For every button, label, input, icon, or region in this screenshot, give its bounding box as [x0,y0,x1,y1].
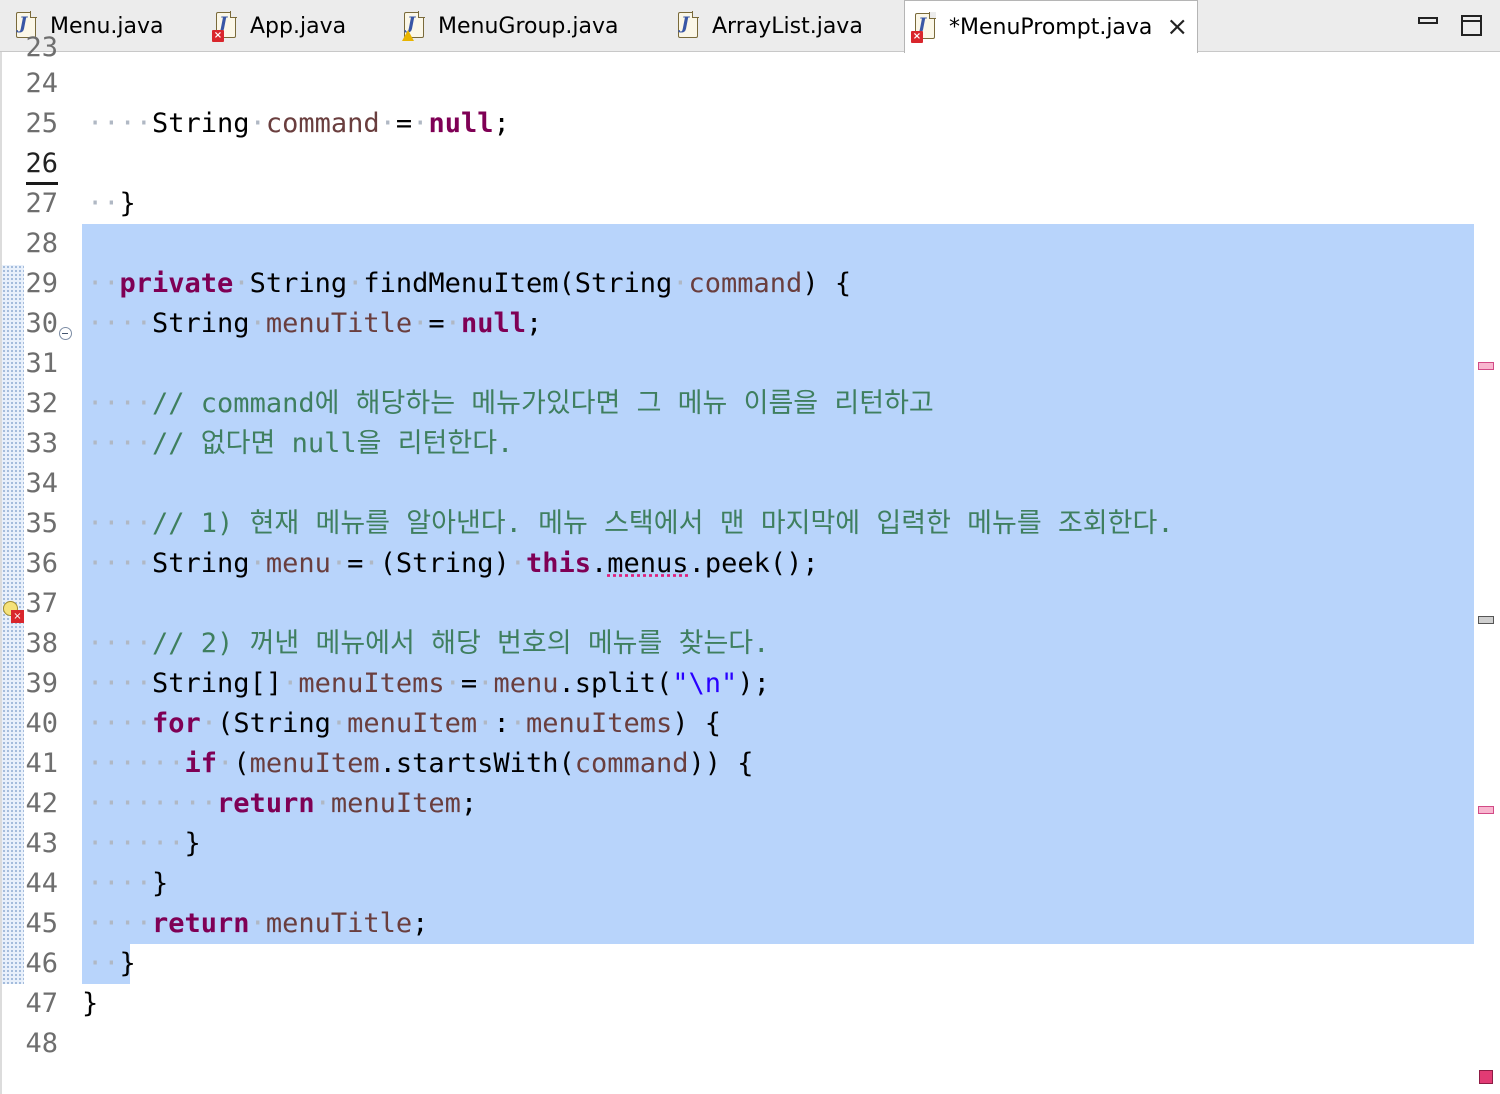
code-line: 27 ··} [0,184,1470,224]
line-number: 36 [25,548,58,579]
overview-ruler-current-marker[interactable] [1478,616,1494,624]
code-text: ····return·menuTitle; [87,908,429,939]
code-line: 33 ····// 없다면 null을 리턴한다. [0,424,1470,464]
line-number: 27 [25,188,58,219]
comment: // command에 해당하는 메뉴가있다면 그 메뉴 이름을 리턴하고 [152,388,934,419]
code-line: 41 ······if·(menuItem.startsWith(command… [0,744,1470,784]
line-number: 48 [25,1028,58,1059]
code-text: ··} [87,948,136,979]
code-text: ····String·menuTitle·=·null; [87,308,543,339]
code-line: 37 [0,584,1470,624]
code-editor[interactable]: × 23 24 25 ····String·command·=·null; 26… [0,32,1500,1094]
line-number: 46 [25,948,58,979]
code-text: ··private·String·findMenuItem(String·com… [87,268,852,299]
code-line: 32 ····// command에 해당하는 메뉴가있다면 그 메뉴 이름을 … [0,384,1470,424]
code-text: ··} [87,188,136,219]
code-line: 29 ··private·String·findMenuItem(String·… [0,264,1470,304]
line-number: 41 [25,748,58,779]
code-line: 36 ····String·menu·=·(String)·this.menus… [0,544,1470,584]
comment: // 2) 꺼낸 메뉴에서 해당 번호의 메뉴를 찾는다. [152,628,770,659]
line-number: 43 [25,828,58,859]
code-line: 30 ····String·menuTitle·=·null; [0,304,1470,344]
overview-ruler-occurrence-marker[interactable] [1478,806,1494,814]
code-line: 46 ··} [0,944,1470,984]
code-text: ····String·menu·=·(String)·this.menus.pe… [87,548,819,579]
line-number: 28 [25,228,58,259]
line-number: 25 [25,108,58,139]
overview-ruler-occurrence-marker[interactable] [1478,362,1494,370]
line-number: 30 [25,308,58,339]
code-line: 26 [0,144,1470,184]
line-number: 32 [25,388,58,419]
code-text: ····// command에 해당하는 메뉴가있다면 그 메뉴 이름을 리턴하… [87,388,934,419]
line-number: 37 [25,588,58,619]
line-number: 26 [25,148,58,179]
line-number: 38 [25,628,58,659]
code-line: 39 ····String[]·menuItems·=·menu.split("… [0,664,1470,704]
code-text: ····for·(String·menuItem·:·menuItems) { [87,708,722,739]
code-text: ····String·command·=·null; [87,108,510,139]
comment: // 없다면 null을 리턴한다. [152,428,514,459]
line-number: 44 [25,868,58,899]
overview-ruler-error-marker[interactable] [1479,1070,1493,1084]
code-text: ······} [87,828,201,859]
code-line: 35 ····// 1) 현재 메뉴를 알아낸다. 메뉴 스택에서 맨 마지막에… [0,504,1470,544]
code-line: 44 ····} [0,864,1470,904]
code-text: ····// 없다면 null을 리턴한다. [87,428,514,459]
code-line: 45 ····return·menuTitle; [0,904,1470,944]
line-number: 35 [25,508,58,539]
error-underline: menus [607,548,689,579]
code-line: 43 ······} [0,824,1470,864]
line-number: 33 [25,428,58,459]
code-line: 42 ········return·menuItem; [0,784,1470,824]
code-text: ····// 2) 꺼낸 메뉴에서 해당 번호의 메뉴를 찾는다. [87,628,770,659]
code-line: 24 [0,64,1470,104]
code-line: 25 ····String·command·=·null; [0,104,1470,144]
code-text: ····String[]·menuItems·=·menu.split("\n"… [87,668,770,699]
code-line: 28 [0,224,1470,264]
code-line: 47 } [0,984,1470,1024]
line-number: 24 [25,68,58,99]
line-number: 39 [25,668,58,699]
code-line: 38 ····// 2) 꺼낸 메뉴에서 해당 번호의 메뉴를 찾는다. [0,624,1470,664]
line-number: 23 [25,32,58,63]
code-line: 23 [0,28,1470,68]
line-number: 31 [25,348,58,379]
code-text: ······if·(menuItem.startsWith(command)) … [87,748,754,779]
line-number: 47 [25,988,58,1019]
code-line: 48 [0,1024,1470,1064]
comment: // 1) 현재 메뉴를 알아낸다. 메뉴 스택에서 맨 마지막에 입력한 메뉴… [152,508,1174,539]
code-text: ····} [87,868,169,899]
code-text: ····// 1) 현재 메뉴를 알아낸다. 메뉴 스택에서 맨 마지막에 입력… [87,508,1174,539]
code-text: ········return·menuItem; [87,788,478,819]
code-line: 40 ····for·(String·menuItem·:·menuItems)… [0,704,1470,744]
line-number: 42 [25,788,58,819]
line-number: 45 [25,908,58,939]
code-text: } [82,988,99,1019]
line-number: 34 [25,468,58,499]
code-line: 31 [0,344,1470,384]
line-number: 29 [25,268,58,299]
code-line: 34 [0,464,1470,504]
line-number: 40 [25,708,58,739]
